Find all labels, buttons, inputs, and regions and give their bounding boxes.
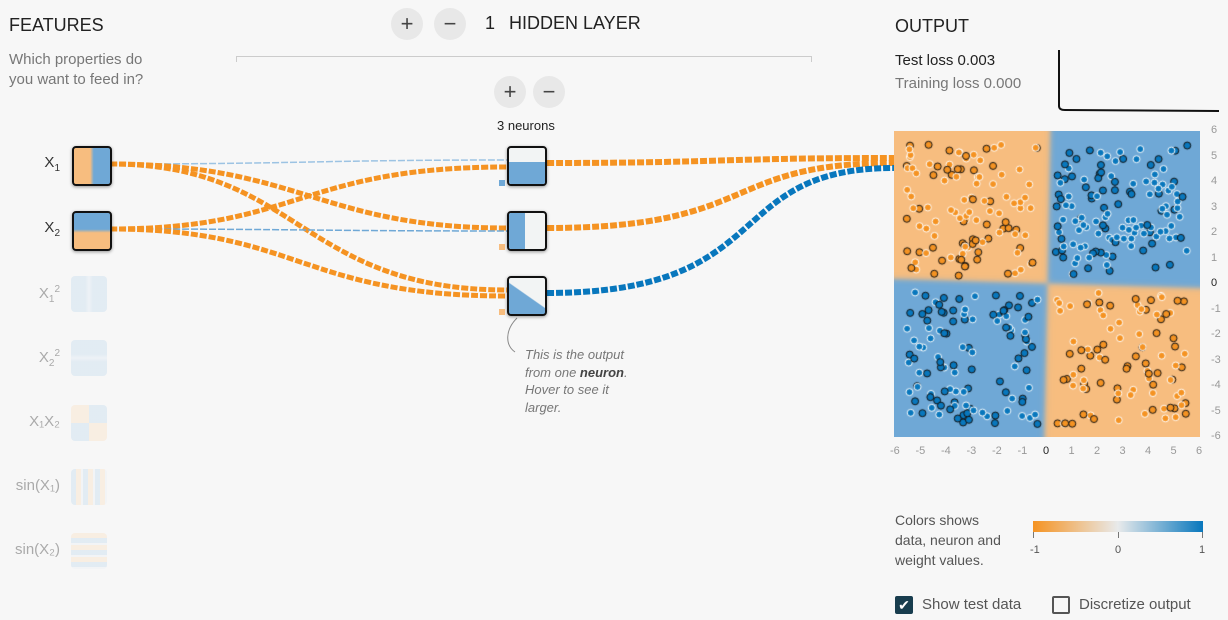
y-tick-label: -2 (1211, 328, 1221, 340)
x-tick-label: 1 (1068, 445, 1075, 457)
y-tick-label: -1 (1211, 302, 1221, 315)
feature-label: X₁X₂ (8, 413, 60, 430)
feature-label: X12 (8, 284, 60, 305)
feature-label: sin(X₂) (8, 541, 60, 558)
y-tick-label: 5 (1211, 149, 1218, 162)
feature-name: sin(X₁) (15, 477, 60, 494)
x-tick-label: -4 (941, 445, 951, 457)
scale-mid: 0 (1115, 544, 1122, 556)
feature-name: X (44, 154, 55, 171)
check-icon: ✔ (898, 597, 910, 613)
x-tick-label: -3 (966, 445, 977, 457)
neuron-tooltip: This is the output from one neuron. Hove… (525, 346, 628, 416)
feature-toggle[interactable] (71, 533, 107, 569)
color-legend-text: Colors shows data, neuron and weight val… (895, 510, 1001, 570)
feature-toggle[interactable] (71, 405, 107, 441)
y-tick-label: 4 (1211, 175, 1218, 187)
feature-label: X1 (8, 154, 60, 174)
training-loss-label: Training loss (895, 75, 984, 92)
x-tick-label: 3 (1119, 445, 1126, 457)
output-heatmap[interactable] (894, 131, 1200, 437)
feature-toggle[interactable] (72, 146, 112, 186)
y-tick-label: -4 (1211, 379, 1221, 391)
feature-subscript: 2 (48, 358, 55, 369)
tooltip-text: . (623, 364, 628, 380)
feature-subscript: 1 (48, 294, 55, 305)
legend-line: Colors shows (895, 512, 980, 528)
neuron-heatmap (509, 162, 545, 184)
y-tick-label: -5 (1211, 404, 1221, 417)
color-scale-bar (1033, 521, 1203, 532)
tooltip-bold: neuron (579, 364, 624, 380)
neuron-bias[interactable] (499, 309, 505, 315)
tooltip-line: This is the output (525, 347, 624, 362)
feature-superscript: 2 (54, 284, 60, 295)
y-tick-label: -6 (1211, 430, 1221, 442)
feature-toggle[interactable] (71, 469, 107, 505)
show-test-data-checkbox[interactable]: ✔ (895, 596, 913, 614)
x-tick-label: 4 (1145, 445, 1152, 457)
training-loss: Training loss 0.000 (895, 75, 1021, 92)
feature-subscript: 1 (54, 163, 60, 174)
loss-chart (1058, 50, 1220, 112)
x-tick-label: 2 (1094, 445, 1101, 457)
feature-toggle[interactable] (71, 276, 107, 312)
y-tick-label: 1 (1211, 251, 1218, 264)
feature-name: X (44, 219, 55, 236)
feature-toggle[interactable] (71, 340, 107, 376)
show-test-data-label[interactable]: Show test data (922, 596, 1021, 613)
tooltip-line: larger. (525, 399, 562, 415)
y-tick-label: 6 (1211, 124, 1218, 136)
neuron-bias[interactable] (499, 180, 505, 186)
tooltip-arrow (507, 317, 518, 353)
tooltip-line: Hover to see it (525, 382, 609, 397)
feature-toggle[interactable] (72, 211, 112, 251)
discretize-output-checkbox[interactable] (1052, 596, 1070, 614)
link-n3-out[interactable] (546, 165, 895, 296)
test-loss-label: Test loss (895, 52, 958, 69)
neuron-heatmap (509, 213, 525, 249)
x-tick-label: 0 (1043, 445, 1050, 457)
x-tick-label: 5 (1170, 445, 1177, 457)
tooltip-text: from one (525, 364, 580, 380)
feature-name: X₁X₂ (29, 413, 60, 430)
discretize-output-label[interactable]: Discretize output (1079, 596, 1191, 613)
link-x2-n1[interactable] (109, 164, 508, 232)
training-loss-value: 0.000 (983, 75, 1022, 92)
x-tick-label: -6 (890, 445, 900, 457)
link-n1-out[interactable] (546, 155, 895, 166)
feature-name: sin(X₂) (15, 541, 60, 558)
test-loss: Test loss 0.003 (895, 52, 995, 69)
link-x1-n1[interactable] (109, 159, 508, 165)
y-tick-label: -3 (1211, 353, 1221, 366)
neuron-bias[interactable] (499, 244, 505, 250)
legend-line: data, neuron and (895, 532, 1001, 548)
tooltip-line: from one neuron. (525, 364, 628, 382)
scale-max: 1 (1199, 544, 1206, 556)
neuron-1[interactable] (507, 146, 547, 186)
x-tick-label: -2 (992, 445, 1002, 457)
feature-label: sin(X₁) (8, 477, 60, 494)
x-tick-label: 6 (1196, 445, 1203, 457)
loss-curve (1058, 50, 1220, 112)
test-loss-value: 0.003 (957, 52, 996, 69)
output-title: OUTPUT (895, 16, 969, 36)
feature-name: X (38, 349, 49, 366)
feature-subscript: 2 (54, 228, 60, 239)
feature-name: X (38, 285, 49, 302)
x-tick-label: -5 (915, 445, 926, 457)
scale-min: -1 (1030, 544, 1040, 556)
neuron-3[interactable] (507, 276, 547, 316)
neuron-2[interactable] (507, 211, 547, 251)
y-tick-label: 2 (1211, 226, 1218, 238)
feature-superscript: 2 (54, 348, 60, 359)
y-tick-label: 0 (1211, 277, 1218, 289)
x-tick-label: -1 (1017, 445, 1028, 457)
feature-label: X22 (8, 348, 60, 369)
y-tick-label: 3 (1211, 200, 1218, 213)
feature-label: X2 (8, 219, 60, 239)
legend-line: weight values. (895, 552, 984, 568)
